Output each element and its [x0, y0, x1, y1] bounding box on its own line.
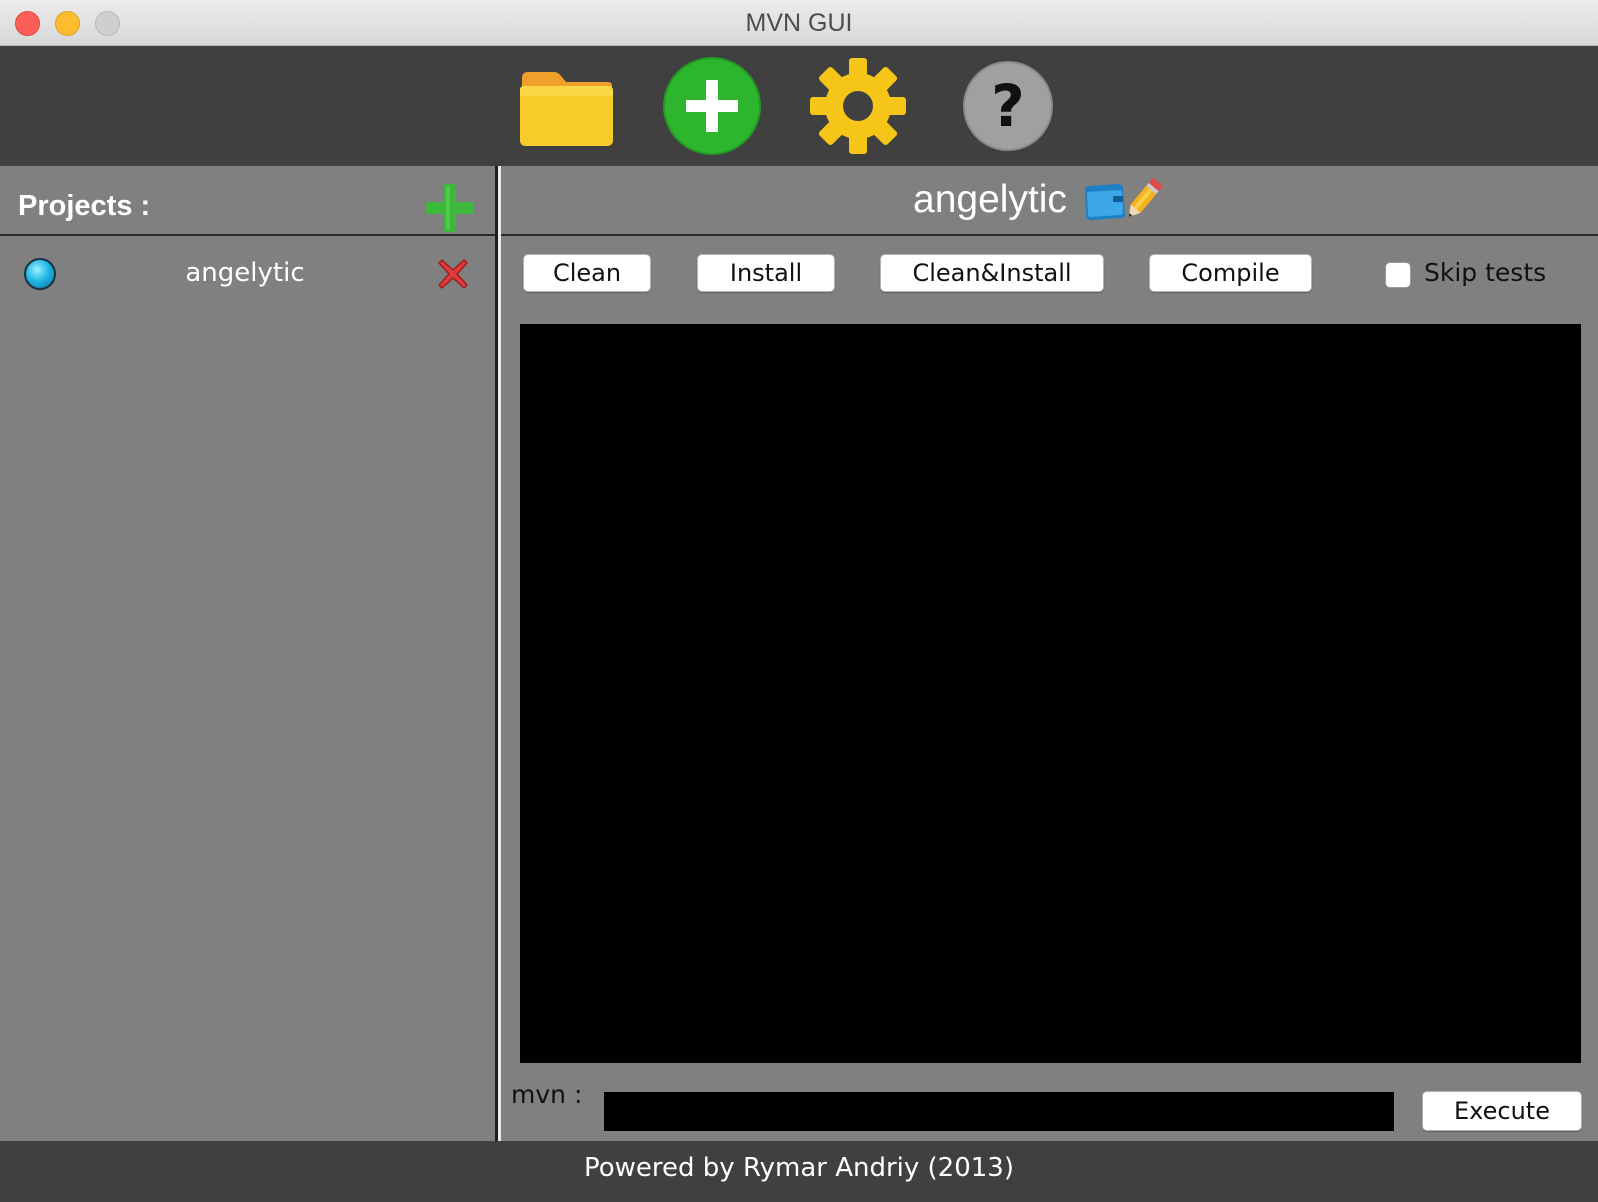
clean-install-button[interactable]: Clean&Install [880, 254, 1104, 292]
skip-tests-checkbox[interactable] [1385, 262, 1411, 288]
install-button[interactable]: Install [697, 254, 835, 292]
gear-icon [810, 58, 906, 154]
projects-title: Projects : [18, 190, 151, 222]
edit-project-button[interactable] [1119, 174, 1167, 224]
projects-header: Projects : [0, 166, 495, 236]
execute-button[interactable]: Execute [1422, 1091, 1582, 1131]
window-titlebar: MVN GUI [0, 0, 1598, 46]
question-icon: ? [963, 61, 1053, 151]
add-project-button[interactable] [426, 184, 474, 232]
current-project-title: angelytic [913, 178, 1067, 221]
red-x-icon [438, 259, 468, 289]
mvn-label: mvn : [511, 1080, 583, 1109]
console-output[interactable] [520, 324, 1581, 1063]
skip-tests-label: Skip tests [1424, 258, 1547, 287]
plus-icon [426, 184, 474, 232]
open-folder-button[interactable] [516, 56, 616, 156]
powered-by-text: Powered by Rymar Andriy (2013) [584, 1153, 1014, 1183]
compile-button[interactable]: Compile [1149, 254, 1312, 292]
mvn-command-input[interactable] [604, 1092, 1394, 1131]
blue-status-dot-icon [24, 258, 56, 290]
status-bar: Powered by Rymar Andriy (2013) [0, 1141, 1598, 1202]
new-project-button[interactable] [662, 56, 762, 156]
clean-button[interactable]: Clean [523, 254, 651, 292]
projects-panel: Projects : angelytic [0, 166, 498, 1141]
project-panel: angelytic Clean Install Clean&Install Co… [501, 166, 1598, 1141]
project-header: angelytic [501, 166, 1598, 236]
project-list-item[interactable]: angelytic [0, 238, 495, 308]
svg-text:?: ? [991, 72, 1025, 140]
pencil-icon [1128, 178, 1163, 217]
remove-project-button[interactable] [437, 258, 469, 290]
settings-button[interactable] [808, 56, 908, 156]
help-button[interactable]: ? [958, 56, 1058, 156]
project-name: angelytic [185, 258, 305, 288]
folder-icon [520, 72, 613, 146]
plus-circle-icon [663, 57, 761, 155]
window-title: MVN GUI [745, 9, 853, 37]
main-toolbar: ? [0, 46, 1598, 166]
